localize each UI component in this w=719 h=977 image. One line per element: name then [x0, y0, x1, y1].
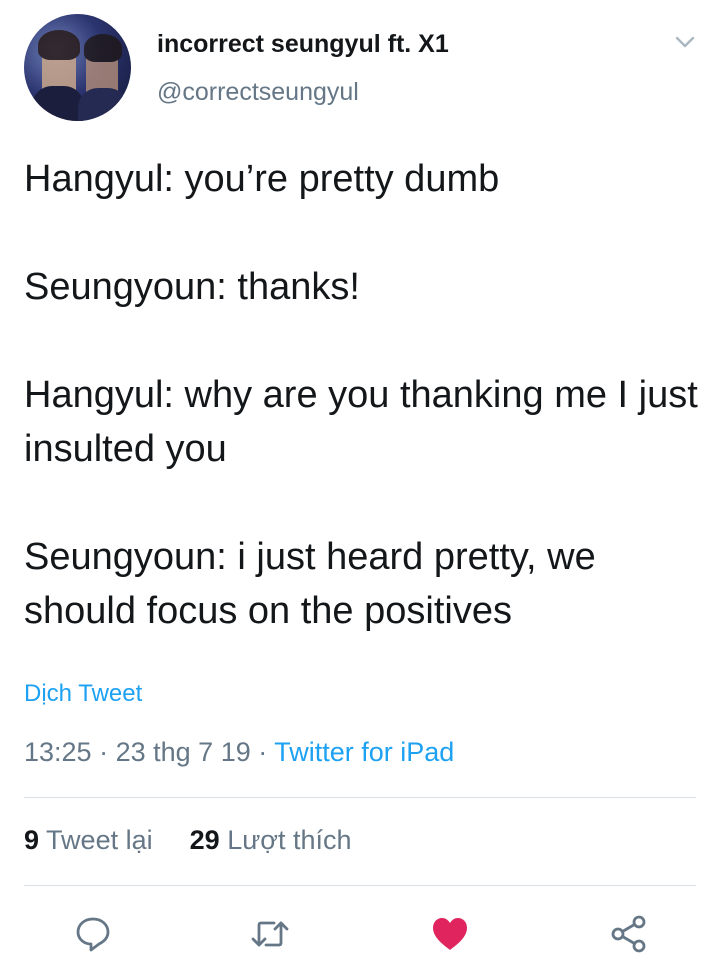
tweet-line: Seungyoun: i just heard pretty, we shoul… — [24, 536, 596, 632]
reply-icon — [76, 917, 110, 952]
tweet-line: Hangyul: why are you thanking me I just … — [24, 374, 698, 470]
author-display-name[interactable]: incorrect seungyul ft. X1 — [157, 30, 449, 59]
reply-button[interactable] — [73, 914, 113, 954]
tweet-text: Hangyul: you’re pretty dumb Seungyoun: t… — [24, 152, 704, 638]
author-handle[interactable]: @correctseungyul — [157, 78, 359, 107]
retweets-stat[interactable]: 9 Tweet lại — [24, 825, 153, 855]
likes-count: 29 — [189, 825, 220, 855]
meta-separator: · — [258, 737, 268, 767]
tweet-date: 23 thg 7 19 — [115, 737, 251, 767]
retweets-count: 9 — [24, 825, 40, 855]
divider — [24, 885, 696, 886]
avatar[interactable] — [24, 14, 131, 121]
divider — [24, 797, 696, 798]
share-button[interactable] — [609, 914, 649, 954]
retweets-label: Tweet lại — [46, 825, 153, 855]
retweet-icon — [251, 921, 289, 947]
like-button[interactable] — [430, 914, 470, 954]
tweet-stats: 9 Tweet lại 29 Lượt thích — [24, 825, 352, 856]
likes-label: Lượt thích — [227, 825, 352, 855]
meta-separator: · — [99, 737, 109, 767]
retweet-button[interactable] — [250, 914, 290, 954]
tweet-line: Seungyoun: thanks! — [24, 266, 360, 308]
tweet-line: Hangyul: you’re pretty dumb — [24, 158, 500, 200]
heart-icon — [433, 918, 467, 950]
chevron-down-icon[interactable] — [672, 32, 698, 52]
share-icon — [611, 915, 646, 953]
tweet-time: 13:25 — [24, 737, 92, 767]
likes-stat[interactable]: 29 Lượt thích — [190, 825, 352, 855]
tweet-meta: 13:25 · 23 thg 7 19 · Twitter for iPad — [24, 737, 454, 768]
translate-tweet-link[interactable]: Dịch Tweet — [24, 680, 142, 708]
tweet-source-link[interactable]: Twitter for iPad — [274, 737, 454, 767]
